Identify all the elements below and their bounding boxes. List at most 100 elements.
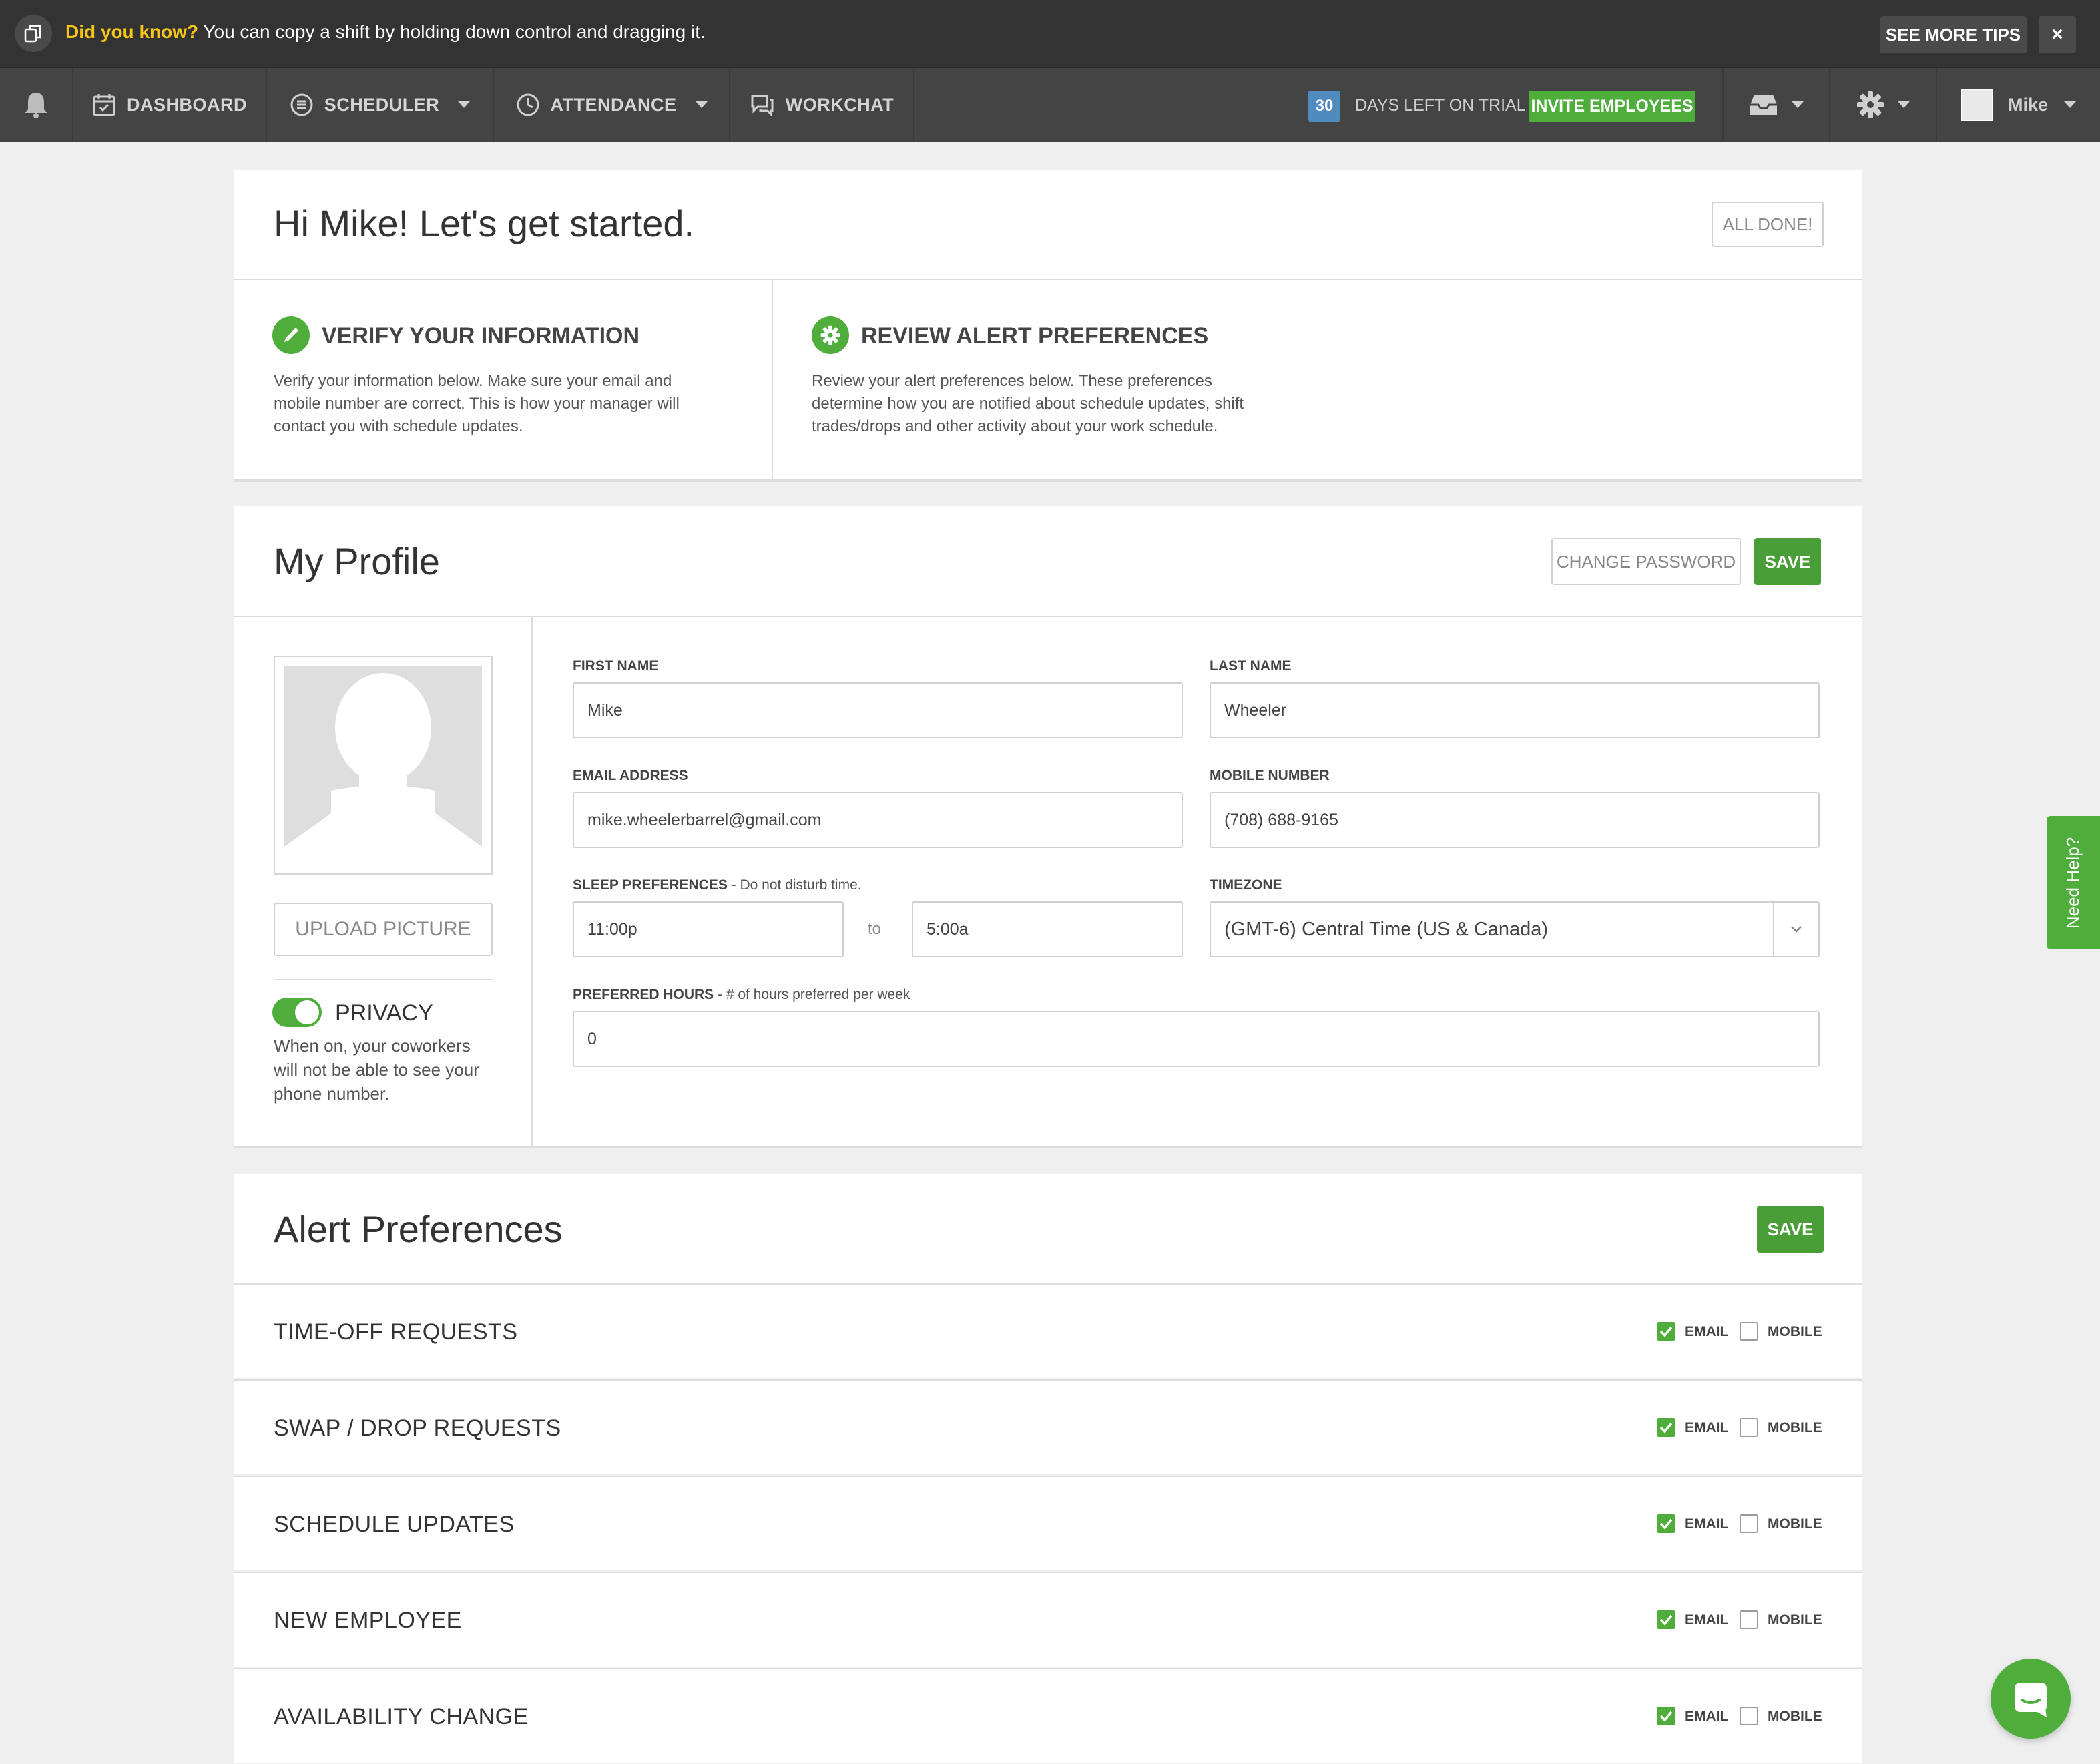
chevron-down-icon: [695, 101, 708, 108]
hours-label-text: PREFERRED HOURS: [573, 987, 714, 1002]
email-checkbox[interactable]: [1657, 1514, 1675, 1533]
getting-started-panel: Hi Mike! Let's get started. ALL DONE! VE…: [234, 170, 1862, 482]
scheduler-icon: [290, 93, 313, 116]
clock-icon: [517, 93, 539, 116]
sleep-end-input[interactable]: 5:00a: [912, 901, 1183, 957]
copy-icon: [15, 15, 52, 52]
close-tips-button[interactable]: ×: [2039, 16, 2076, 53]
chat-icon: [751, 95, 774, 116]
tips-bar: Did you know? You can copy a shift by ho…: [0, 0, 2100, 67]
chevron-down-icon: [2064, 101, 2077, 108]
divider: [772, 279, 773, 479]
alert-label: SWAP / DROP REQUESTS: [274, 1415, 561, 1441]
profile-title: My Profile: [274, 540, 440, 582]
trial-days-badge: 30: [1308, 91, 1340, 122]
chevron-down-icon: [458, 101, 471, 108]
mobile-label: MOBILE: [1768, 1709, 1822, 1724]
invite-employees-button[interactable]: INVITE EMPLOYEES: [1529, 91, 1695, 122]
divider: [531, 616, 533, 1146]
nav-attendance[interactable]: ATTENDANCE: [494, 68, 730, 142]
calendar-icon: [93, 94, 115, 116]
nav-scheduler[interactable]: SCHEDULER: [267, 68, 494, 142]
verify-info-text: Verify your information below. Make sure…: [274, 372, 680, 435]
mobile-label: MOBILE NUMBER: [1210, 768, 1330, 783]
email-label: EMAIL: [1685, 1420, 1729, 1436]
chat-icon: [2015, 1683, 2047, 1717]
profile-save-button[interactable]: SAVE: [1754, 538, 1821, 585]
need-help-tab[interactable]: Need Help?: [2047, 816, 2100, 949]
alert-row: NEW EMPLOYEE EMAIL MOBILE: [234, 1572, 1862, 1667]
settings-menu[interactable]: [1829, 68, 1936, 142]
email-checkbox[interactable]: [1657, 1707, 1675, 1725]
email-label: EMAIL ADDRESS: [573, 768, 688, 783]
nav-dashboard-label: DASHBOARD: [127, 94, 247, 115]
alerts-save-button[interactable]: SAVE: [1757, 1206, 1824, 1253]
last-name-label: LAST NAME: [1210, 658, 1292, 674]
chevron-down-icon: [1773, 903, 1818, 956]
mobile-checkbox[interactable]: [1740, 1707, 1758, 1725]
person-silhouette-icon: [284, 673, 482, 864]
nav-dashboard[interactable]: DASHBOARD: [73, 68, 267, 142]
see-more-tips-button[interactable]: SEE MORE TIPS: [1880, 16, 2027, 53]
alert-label: AVAILABILITY CHANGE: [274, 1704, 529, 1729]
alert-row: SCHEDULE UPDATES EMAIL MOBILE: [234, 1476, 1862, 1570]
first-name-label: FIRST NAME: [573, 658, 659, 674]
nav-workchat[interactable]: WORKCHAT: [730, 68, 914, 142]
profile-picture: [274, 656, 493, 875]
sleep-start-input[interactable]: 11:00p: [573, 901, 844, 957]
need-help-label: Need Help?: [2063, 837, 2083, 929]
chevron-down-icon: [1792, 101, 1804, 108]
email-checkbox[interactable]: [1657, 1418, 1675, 1437]
mobile-checkbox[interactable]: [1740, 1322, 1758, 1341]
nav-attendance-label: ATTENDANCE: [550, 94, 677, 115]
mobile-checkbox[interactable]: [1740, 1514, 1758, 1533]
email-checkbox[interactable]: [1657, 1322, 1675, 1341]
nav-scheduler-label: SCHEDULER: [324, 94, 440, 115]
inbox-menu[interactable]: [1722, 68, 1829, 142]
review-alerts-heading: REVIEW ALERT PREFERENCES: [861, 323, 1209, 349]
notifications-button[interactable]: [0, 68, 73, 142]
preferred-hours-label: PREFERRED HOURS - # of hours preferred p…: [573, 987, 910, 1003]
email-label: EMAIL: [1685, 1516, 1729, 1532]
privacy-toggle[interactable]: [272, 998, 322, 1027]
mobile-checkbox[interactable]: [1740, 1418, 1758, 1437]
chat-launcher-button[interactable]: [1991, 1659, 2071, 1739]
nav-workchat-label: WORKCHAT: [785, 94, 894, 115]
alerts-title: Alert Preferences: [274, 1208, 563, 1250]
alert-row: AVAILABILITY CHANGE EMAIL MOBILE: [234, 1668, 1862, 1763]
preferred-hours-input[interactable]: 0: [573, 1011, 1820, 1067]
mobile-input[interactable]: (708) 688-9165: [1210, 792, 1820, 848]
gear-icon: [1857, 91, 1884, 118]
email-label: EMAIL: [1685, 1709, 1729, 1724]
sleep-preferences-label: SLEEP PREFERENCES - Do not disturb time.: [573, 877, 862, 893]
gear-icon: [812, 316, 849, 354]
inbox-icon: [1750, 95, 1777, 115]
page-title: Hi Mike! Let's get started.: [274, 202, 695, 244]
user-name: Mike: [2007, 94, 2049, 115]
user-menu[interactable]: Mike: [1936, 68, 2100, 142]
divider: [274, 979, 493, 980]
change-password-button[interactable]: CHANGE PASSWORD: [1551, 538, 1741, 585]
mobile-label: MOBILE: [1768, 1324, 1822, 1339]
alert-label: NEW EMPLOYEE: [274, 1608, 462, 1633]
all-done-button[interactable]: ALL DONE!: [1712, 202, 1824, 247]
verify-info-heading: VERIFY YOUR INFORMATION: [322, 323, 640, 349]
alert-label: TIME-OFF REQUESTS: [274, 1319, 518, 1345]
sleep-label-text: SLEEP PREFERENCES: [573, 877, 728, 893]
chevron-down-icon: [1898, 101, 1910, 108]
avatar: [1960, 89, 1993, 121]
email-checkbox[interactable]: [1657, 1610, 1675, 1629]
last-name-input[interactable]: Wheeler: [1210, 682, 1820, 738]
first-name-input[interactable]: Mike: [573, 682, 1183, 738]
email-label: EMAIL: [1685, 1324, 1729, 1339]
upload-picture-button[interactable]: UPLOAD PICTURE: [274, 903, 493, 956]
mobile-label: MOBILE: [1768, 1420, 1822, 1436]
mobile-label: MOBILE: [1768, 1516, 1822, 1532]
timezone-value: (GMT-6) Central Time (US & Canada): [1224, 918, 1549, 940]
email-input[interactable]: mike.wheelerbarrel@gmail.com: [573, 792, 1183, 848]
tip-text: You can copy a shift by holding down con…: [203, 21, 706, 42]
sleep-label-sub: - Do not disturb time.: [727, 877, 862, 893]
privacy-description: When on, your coworkers will not be able…: [274, 1036, 479, 1104]
mobile-checkbox[interactable]: [1740, 1610, 1758, 1629]
timezone-select[interactable]: (GMT-6) Central Time (US & Canada): [1210, 901, 1820, 957]
